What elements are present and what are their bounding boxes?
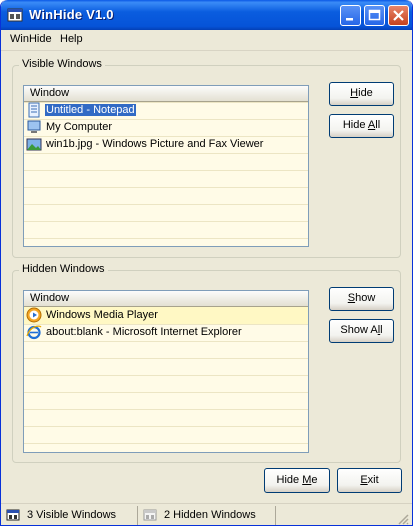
maximize-icon [368,9,381,21]
status-visible-text: 3 Visible Windows [27,509,117,521]
notepad-icon [28,102,40,118]
visible-windows-icon [6,509,20,521]
visible-windows-group: Visible Windows Window Untitled - Notepa… [12,58,401,258]
close-icon [393,10,404,21]
resize-grip-icon[interactable] [397,513,409,525]
ie-icon [26,325,42,340]
hidden-windows-group: Hidden Windows Window Windows Media Play… [12,263,401,463]
status-hidden-panel: 2 Hidden Windows [138,506,276,525]
maximize-button[interactable] [364,5,385,26]
minimize-button[interactable] [340,5,361,26]
exit-button[interactable]: Exit [337,468,402,493]
hidden-windows-list[interactable]: Window Windows Media Player about:blank … [23,290,309,453]
menu-bar: WinHide Help [1,30,412,51]
visible-windows-list[interactable]: Window Untitled - Notepad My Computer wi… [23,85,309,247]
close-button[interactable] [388,5,409,26]
hidden-windows-icon [143,509,157,521]
list-item[interactable]: Windows Media Player [24,307,308,324]
visible-windows-label: Visible Windows [19,58,105,70]
status-hidden-text: 2 Hidden Windows [164,509,256,521]
title-bar[interactable]: WinHide V1.0 [1,0,412,30]
hidden-windows-label: Hidden Windows [19,263,108,275]
app-window: WinHide V1.0 WinHide Help Visible Window… [0,0,413,526]
window-title: WinHide V1.0 [29,7,114,22]
list-item[interactable]: win1b.jpg - Windows Picture and Fax View… [24,136,308,153]
column-header-window[interactable]: Window [24,86,308,102]
list-item[interactable]: My Computer [24,119,308,136]
list-item[interactable]: about:blank - Microsoft Internet Explore… [24,324,308,341]
media-player-icon [26,307,42,323]
status-visible-panel: 3 Visible Windows [1,506,138,525]
column-header-window[interactable]: Window [24,291,308,307]
hide-button[interactable]: Hide [329,82,394,106]
app-icon [7,8,23,22]
list-item[interactable]: Untitled - Notepad [24,102,308,119]
picture-icon [26,138,42,151]
show-button[interactable]: Show [329,287,394,311]
status-bar: 3 Visible Windows 2 Hidden Windows [1,503,412,525]
computer-icon [27,120,41,133]
hide-all-button[interactable]: Hide All [329,114,394,138]
menu-help[interactable]: Help [60,33,83,45]
show-all-button[interactable]: Show All [329,319,394,343]
menu-winhide[interactable]: WinHide [10,33,52,45]
minimize-icon [346,18,353,21]
hide-me-button[interactable]: Hide Me [264,468,330,493]
